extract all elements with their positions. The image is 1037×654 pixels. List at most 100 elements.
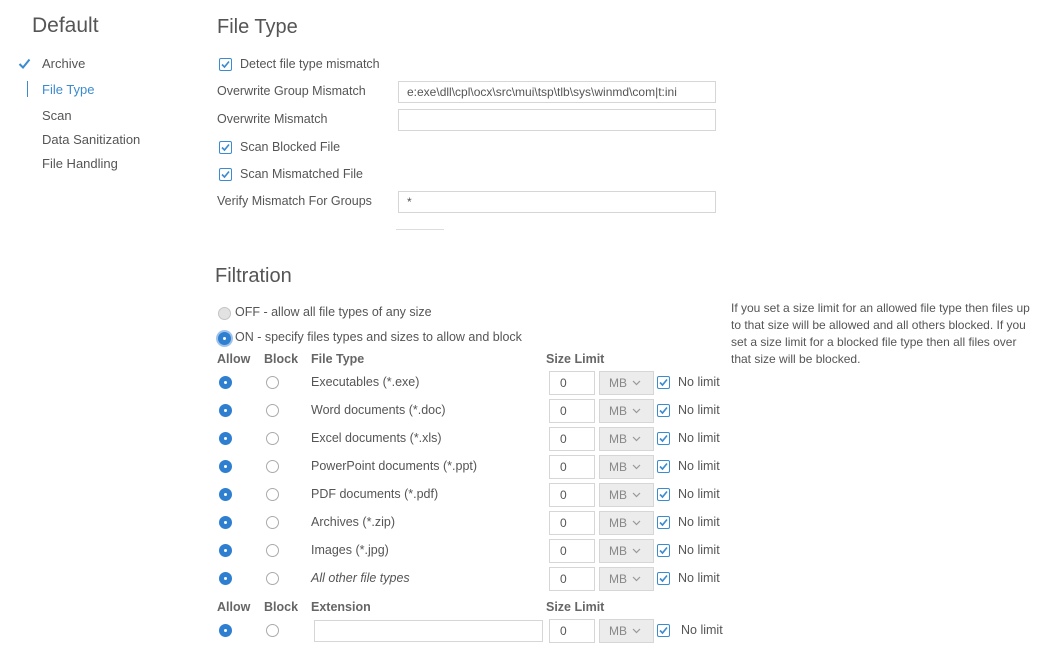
row-unit-select[interactable]: MB [599,483,654,507]
sidebar-item-file-type[interactable]: File Type [42,82,95,97]
row-unit-select[interactable]: MB [599,371,654,395]
row-size-input[interactable]: 0 [549,511,595,535]
row-block-radio[interactable] [266,488,279,501]
unit-value: MB [609,404,627,418]
verify-mismatch-input[interactable]: * [398,191,716,213]
row-size-input[interactable]: 0 [549,483,595,507]
row-size-input[interactable]: 0 [549,567,595,591]
extension-allow-radio[interactable] [219,624,232,637]
overwrite-mismatch-input[interactable] [398,109,716,131]
overwrite-group-mismatch-input[interactable]: e:exe\dll\cpl\ocx\src\mui\tsp\tlb\sys\wi… [398,81,716,103]
unit-value: MB [609,432,627,446]
row-size-input[interactable]: 0 [549,371,595,395]
row-allow-radio[interactable] [219,572,232,585]
row-block-radio[interactable] [266,376,279,389]
sidebar-item-data-sanitization[interactable]: Data Sanitization [42,132,140,147]
row-allow-radio[interactable] [219,488,232,501]
row-block-radio[interactable] [266,572,279,585]
header-block-ext: Block [264,600,299,614]
check-icon [18,58,31,69]
header-block: Block [264,352,299,366]
row-no-limit-label: No limit [678,431,720,445]
chevron-down-icon [632,628,641,634]
checkmark-icon [659,626,668,635]
detect-mismatch-checkbox[interactable] [219,58,232,71]
row-unit-select[interactable]: MB [599,399,654,423]
checkmark-icon [659,546,668,555]
sidebar-item-archive[interactable]: Archive [42,56,85,71]
row-block-radio[interactable] [266,460,279,473]
size-limit-help-text: If you set a size limit for an allowed f… [731,301,1030,366]
row-file-type-label: Word documents (*.doc) [311,403,446,417]
chevron-down-icon [632,576,641,582]
filtration-off-radio[interactable] [218,307,231,320]
header-size-limit: Size Limit [546,352,605,366]
row-allow-radio[interactable] [219,460,232,473]
scan-mismatched-checkbox[interactable] [219,168,232,181]
row-unit-select[interactable]: MB [599,539,654,563]
extension-no-limit-label: No limit [681,623,723,637]
row-no-limit-checkbox[interactable] [657,460,670,473]
scan-mismatched-label: Scan Mismatched File [240,167,363,181]
header-size-limit-ext: Size Limit [546,600,605,614]
row-block-radio[interactable] [266,404,279,417]
chevron-down-icon [632,436,641,442]
scan-blocked-checkbox[interactable] [219,141,232,154]
row-no-limit-checkbox[interactable] [657,516,670,529]
filtration-heading: Filtration [215,265,292,287]
row-size-input[interactable]: 0 [549,427,595,451]
verify-mismatch-label: Verify Mismatch For Groups [217,194,372,208]
row-file-type-label: Excel documents (*.xls) [311,431,442,445]
row-no-limit-checkbox[interactable] [657,404,670,417]
extension-unit-select[interactable]: MB [599,619,654,643]
checkmark-icon [221,60,230,69]
row-allow-radio[interactable] [219,544,232,557]
extension-block-radio[interactable] [266,624,279,637]
row-unit-select[interactable]: MB [599,511,654,535]
row-file-type-label: Images (*.jpg) [311,543,389,557]
row-no-limit-checkbox[interactable] [657,544,670,557]
row-allow-radio[interactable] [219,404,232,417]
row-unit-select[interactable]: MB [599,455,654,479]
row-block-radio[interactable] [266,544,279,557]
checkmark-icon [659,378,668,387]
sidebar-item-file-handling[interactable]: File Handling [42,156,118,171]
row-size-input[interactable]: 0 [549,539,595,563]
row-block-radio[interactable] [266,516,279,529]
overwrite-mismatch-label: Overwrite Mismatch [217,112,328,126]
chevron-down-icon [632,492,641,498]
sidebar-title: Default [32,14,99,37]
row-allow-radio[interactable] [219,516,232,529]
row-size-input[interactable]: 0 [549,455,595,479]
checkmark-icon [659,434,668,443]
row-no-limit-label: No limit [678,375,720,389]
chevron-down-icon [632,464,641,470]
row-unit-select[interactable]: MB [599,567,654,591]
checkmark-icon [659,462,668,471]
checkmark-icon [659,574,668,583]
row-no-limit-checkbox[interactable] [657,488,670,501]
filtration-off-label: OFF - allow all file types of any size [235,305,432,319]
checkmark-icon [659,518,668,527]
row-block-radio[interactable] [266,432,279,445]
filtration-on-radio[interactable] [218,332,231,345]
checkmark-icon [221,143,230,152]
row-allow-radio[interactable] [219,432,232,445]
chevron-down-icon [632,548,641,554]
row-no-limit-checkbox[interactable] [657,572,670,585]
active-indicator [27,81,28,97]
extension-input[interactable] [314,620,543,642]
row-file-type-label: PDF documents (*.pdf) [311,487,439,501]
row-no-limit-checkbox[interactable] [657,432,670,445]
sidebar-item-scan[interactable]: Scan [42,108,72,123]
row-no-limit-checkbox[interactable] [657,376,670,389]
row-allow-radio[interactable] [219,376,232,389]
row-size-input[interactable]: 0 [549,399,595,423]
extension-no-limit-checkbox[interactable] [657,624,670,637]
extension-size-input[interactable]: 0 [549,619,595,643]
unit-value: MB [609,488,627,502]
header-allow: Allow [217,352,251,366]
checkmark-icon [659,406,668,415]
row-no-limit-label: No limit [678,543,720,557]
row-unit-select[interactable]: MB [599,427,654,451]
